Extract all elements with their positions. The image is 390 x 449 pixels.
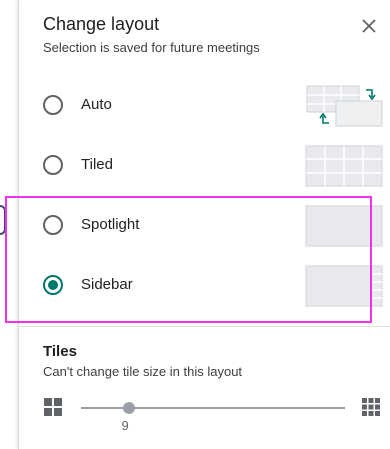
section-divider — [19, 326, 390, 327]
radio-spotlight[interactable] — [43, 215, 63, 235]
layout-option-auto[interactable]: Auto — [19, 76, 390, 134]
option-label-tiled: Tiled — [81, 156, 113, 173]
option-label-auto: Auto — [81, 96, 112, 113]
auto-layout-icon — [306, 85, 383, 127]
option-label-sidebar: Sidebar — [81, 276, 133, 293]
close-button[interactable] — [355, 12, 383, 40]
grid-small-icon — [44, 398, 62, 416]
background-strip — [0, 0, 18, 449]
radio-auto[interactable] — [43, 95, 63, 115]
layout-option-tiled[interactable]: Tiled — [19, 136, 390, 194]
dialog-subtitle: Selection is saved for future meetings — [43, 40, 260, 55]
tiles-slider-value: 9 — [121, 418, 129, 433]
layout-option-spotlight[interactable]: Spotlight — [19, 196, 390, 254]
layout-option-sidebar[interactable]: Sidebar — [19, 256, 390, 314]
dialog-title: Change layout — [43, 14, 160, 34]
tiles-heading: Tiles — [43, 343, 77, 360]
radio-tiled[interactable] — [43, 155, 63, 175]
sidebar-layout-icon — [305, 265, 383, 307]
tiles-subtitle: Can't change tile size in this layout — [43, 364, 243, 379]
close-icon — [362, 19, 376, 33]
tiles-slider-row: 9 — [19, 392, 390, 442]
change-layout-dialog: Change layout Selection is saved for fut… — [18, 0, 390, 449]
tiles-slider-track[interactable] — [81, 407, 345, 409]
radio-sidebar[interactable] — [43, 275, 63, 295]
tiles-slider-thumb[interactable] — [122, 402, 135, 414]
spotlight-layout-icon — [305, 205, 383, 247]
option-label-spotlight: Spotlight — [81, 216, 140, 233]
grid-large-icon — [362, 398, 380, 416]
background-control-edge — [0, 205, 6, 235]
tiled-layout-icon — [305, 145, 383, 187]
